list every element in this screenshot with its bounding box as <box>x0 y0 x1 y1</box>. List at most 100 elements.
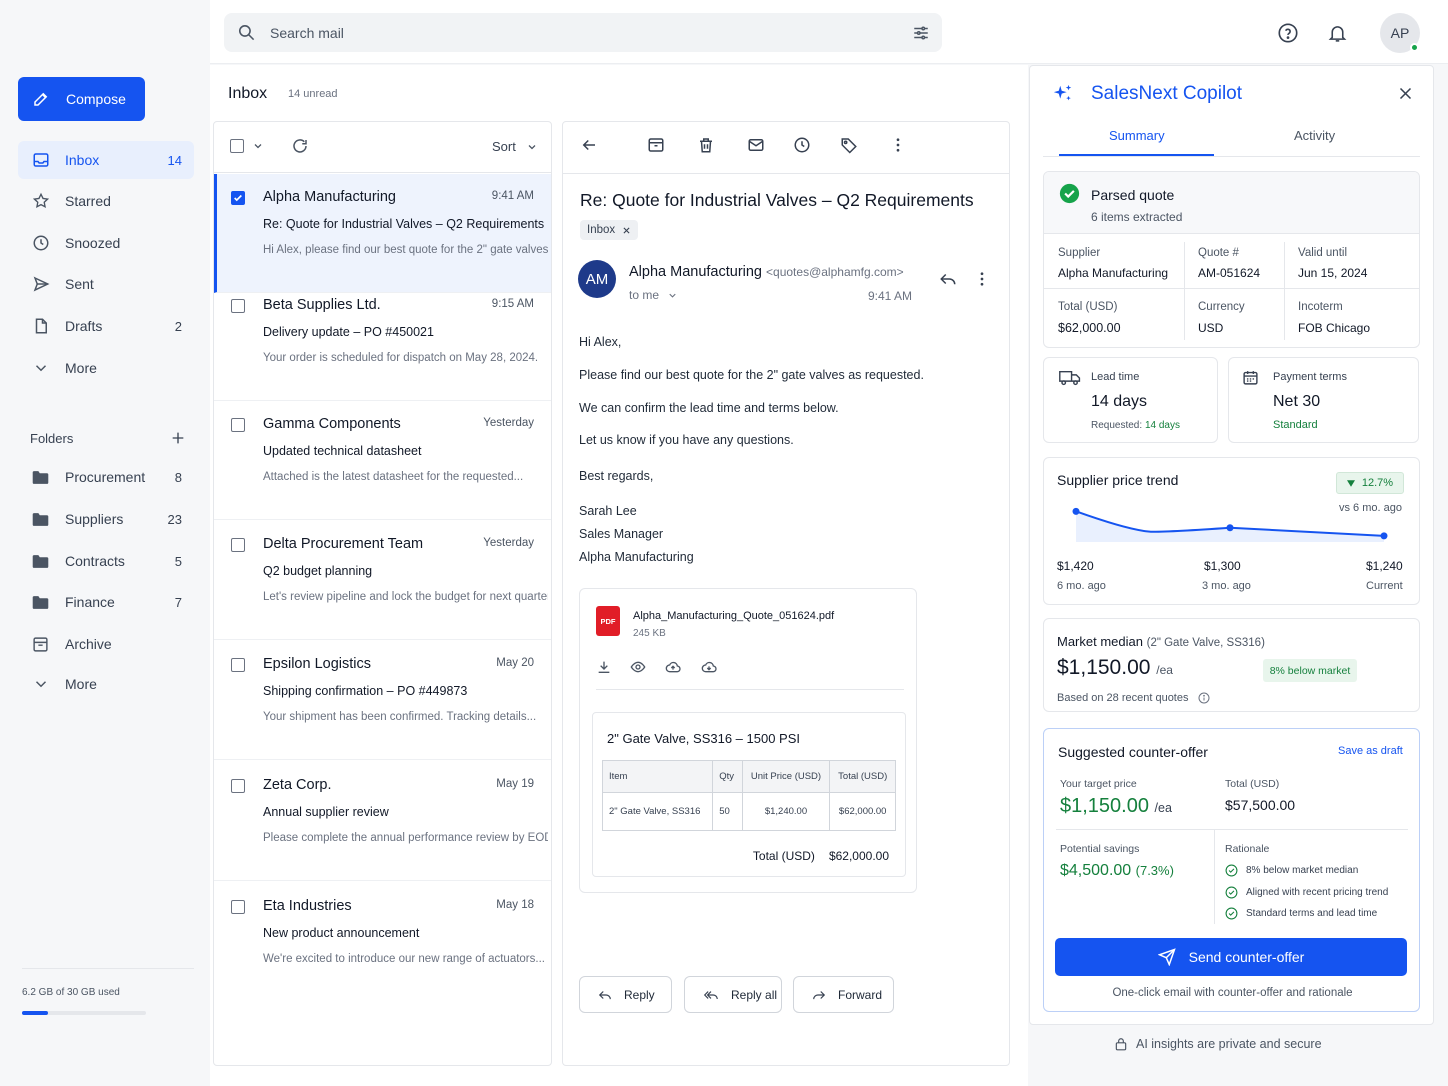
field-label: Quote # <box>1198 247 1239 259</box>
forward-button[interactable]: Forward <box>793 976 894 1013</box>
top-bar: Search mail AP <box>210 0 1448 64</box>
sidebar: Compose Inbox 14 Starred Snoozed Sent Dr… <box>0 0 210 1086</box>
select-options-chevron-icon[interactable] <box>252 140 264 152</box>
message-item[interactable]: Eta Industries May 18 New product announ… <box>214 883 551 1002</box>
download-icon[interactable] <box>596 659 612 675</box>
email-body-line: We can confirm the lead time and terms b… <box>579 401 839 415</box>
privacy-note: AI insights are private and secure <box>1115 1037 1322 1051</box>
message-item[interactable]: Alpha Manufacturing 9:41 AM Re: Quote fo… <box>214 174 551 293</box>
search-input[interactable]: Search mail <box>224 13 942 52</box>
folder-item-suppliers[interactable]: Suppliers 23 <box>18 500 194 538</box>
tab-activity[interactable]: Activity <box>1294 128 1335 143</box>
message-item[interactable]: Zeta Corp. May 19 Annual supplier review… <box>214 762 551 881</box>
sidebar-item-more[interactable]: More <box>18 349 194 387</box>
email-body-line: Please find our best quote for the 2" ga… <box>579 368 924 382</box>
message-more-icon[interactable] <box>973 270 991 288</box>
compose-button[interactable]: Compose <box>18 77 145 121</box>
folder-item-procurement[interactable]: Procurement 8 <box>18 458 194 496</box>
total-label: Total (USD) <box>1225 778 1280 790</box>
email-body-line: Sarah Lee <box>579 504 637 518</box>
target-price-row: $1,150.00 /ea <box>1060 795 1172 818</box>
market-title-row: Market median (2" Gate Valve, SS316) <box>1057 634 1265 649</box>
add-folder-icon[interactable] <box>170 430 186 446</box>
message-sender: Gamma Components <box>263 416 401 432</box>
close-icon[interactable] <box>1398 86 1413 101</box>
quote-total-label: Total (USD) <box>752 849 815 863</box>
notifications-bell-icon[interactable] <box>1327 22 1348 44</box>
reply-all-button[interactable]: Reply all <box>684 976 782 1013</box>
message-subject: Updated technical datasheet <box>263 444 422 458</box>
reply-all-label: Reply all <box>731 987 778 1002</box>
help-icon[interactable] <box>1277 22 1299 44</box>
archive-icon[interactable] <box>647 136 665 154</box>
folder-label: Procurement <box>65 469 146 485</box>
table-cell: $1,240.00 <box>741 792 831 831</box>
message-checkbox[interactable] <box>231 900 245 914</box>
copilot-panel: SalesNext Copilot Summary Activity Parse… <box>1029 65 1434 1025</box>
message-item[interactable]: Epsilon Logistics May 20 Shipping confir… <box>214 641 551 760</box>
reply-all-icon <box>703 988 719 1002</box>
remove-label-icon[interactable] <box>622 226 631 235</box>
message-preview: Please complete the annual performance r… <box>263 832 548 844</box>
attachment-card[interactable]: PDF Alpha_Manufacturing_Quote_051624.pdf… <box>579 588 917 893</box>
field-value: AM-051624 <box>1198 266 1261 280</box>
refresh-icon[interactable] <box>291 137 309 155</box>
message-item[interactable]: Beta Supplies Ltd. 9:15 AM Delivery upda… <box>214 282 551 401</box>
send-counter-offer-button[interactable]: Send counter-offer <box>1055 938 1407 976</box>
save-draft-link[interactable]: Save as draft <box>1338 745 1403 757</box>
message-checkbox[interactable] <box>231 538 245 552</box>
message-checkbox[interactable] <box>231 779 245 793</box>
more-options-icon[interactable] <box>889 136 907 154</box>
table-cell: 2" Gate Valve, SS316 <box>601 792 714 831</box>
sidebar-item-starred[interactable]: Starred <box>18 182 194 220</box>
reply-button[interactable]: Reply <box>579 976 672 1013</box>
divider <box>1284 242 1285 340</box>
folders-label: Folders <box>30 430 74 446</box>
trash-icon[interactable] <box>697 136 715 154</box>
trend-point-label: Current <box>1366 580 1403 592</box>
trend-price: $1,300 <box>1204 559 1241 573</box>
label-tag-icon[interactable] <box>840 136 858 154</box>
recipient-details[interactable]: to me <box>629 288 678 302</box>
cloud-upload-icon[interactable] <box>664 659 682 675</box>
folder-label: Archive <box>65 636 112 652</box>
message-checkbox[interactable] <box>231 658 245 672</box>
sidebar-item-sent[interactable]: Sent <box>18 265 194 303</box>
column-header: Item <box>601 760 714 793</box>
truck-icon <box>1059 370 1081 386</box>
trend-point <box>1226 524 1234 532</box>
snooze-clock-icon[interactable] <box>793 136 811 154</box>
sender-email: <quotes@alphamfg.com> <box>766 265 904 279</box>
message-time: Yesterday <box>483 417 534 429</box>
tab-summary[interactable]: Summary <box>1109 128 1165 143</box>
message-checkbox[interactable] <box>231 418 245 432</box>
filter-options-icon[interactable] <box>912 24 930 42</box>
back-arrow-icon[interactable] <box>580 136 598 154</box>
sidebar-item-drafts[interactable]: Drafts 2 <box>18 307 194 345</box>
folder-item-more[interactable]: More <box>18 665 194 703</box>
save-to-cloud-icon[interactable] <box>700 659 718 675</box>
message-list: Sort Alpha Manufacturing 9:41 AM Re: Quo… <box>213 121 552 1066</box>
sidebar-item-inbox[interactable]: Inbox 14 <box>18 141 194 179</box>
reply-icon[interactable] <box>939 270 957 288</box>
user-avatar[interactable]: AP <box>1380 13 1420 53</box>
requested-label: Requested: <box>1091 420 1143 431</box>
savings-value: $4,500.00 <box>1060 862 1132 879</box>
parsed-quote-subtitle: 6 items extracted <box>1091 210 1183 224</box>
folder-count: 5 <box>174 553 182 569</box>
message-item[interactable]: Delta Procurement Team Yesterday Q2 budg… <box>214 521 551 640</box>
rationale-item: 8% below market median <box>1225 864 1358 877</box>
folder-count: 23 <box>167 511 182 527</box>
message-item[interactable]: Gamma Components Yesterday Updated techn… <box>214 401 551 520</box>
select-all-checkbox[interactable] <box>230 139 244 153</box>
folder-item-contracts[interactable]: Contracts 5 <box>18 542 194 580</box>
folder-item-finance[interactable]: Finance 7 <box>18 583 194 621</box>
sort-button[interactable]: Sort <box>492 139 516 154</box>
preview-eye-icon[interactable] <box>630 659 646 675</box>
info-icon[interactable] <box>1198 692 1210 704</box>
sidebar-item-snoozed[interactable]: Snoozed <box>18 224 194 262</box>
message-checkbox[interactable] <box>231 299 245 313</box>
message-checkbox[interactable] <box>231 191 245 205</box>
folder-item-archive[interactable]: Archive <box>18 625 194 663</box>
mark-unread-mail-icon[interactable] <box>747 136 765 154</box>
